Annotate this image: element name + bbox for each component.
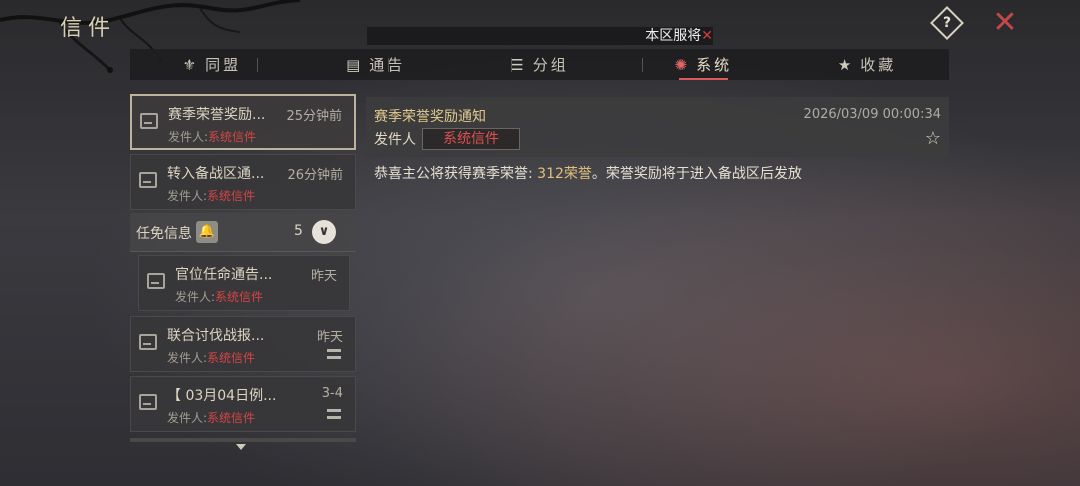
attachment-icon — [327, 409, 341, 419]
envelope-icon — [140, 113, 158, 129]
tab-divider — [257, 58, 258, 72]
system-icon: ✺ — [674, 55, 691, 74]
mail-item[interactable]: 转入备战区通... 26分钟前 发件人:系统信件 — [130, 154, 356, 210]
envelope-icon — [139, 172, 157, 188]
envelope-icon — [139, 394, 157, 410]
tab-favorites[interactable]: ★ 收藏 — [785, 49, 949, 80]
mail-detail-date: 2026/03/09 00:00:34 — [803, 107, 941, 122]
mail-detail-header: 赛季荣誉奖励通知 2026/03/09 00:00:34 发件人 系统信件 ☆ — [366, 97, 949, 157]
close-button[interactable]: ✕ — [990, 8, 1020, 38]
mail-detail-title: 赛季荣誉奖励通知 — [374, 109, 486, 125]
mail-subject: 转入备战区通... — [167, 166, 265, 182]
mail-sender: 发件人:系统信件 — [168, 130, 257, 144]
mail-subject: 联合讨伐战报... — [167, 328, 265, 344]
tab-label: 系统 — [696, 56, 733, 74]
help-icon: ? — [942, 15, 952, 31]
notice-text: 本区服将 — [645, 28, 702, 44]
mail-sender: 发件人:系统信件 — [167, 351, 256, 365]
tab-system[interactable]: ✺ 系统 — [621, 49, 785, 80]
mail-sender: 发件人:系统信件 — [175, 290, 264, 304]
group-label: 任免信息 — [136, 226, 192, 242]
mail-detail-sender-label: 发件人 — [374, 132, 416, 148]
tab-label: 同盟 — [205, 56, 242, 74]
tab-announcement[interactable]: ▤ 通告 — [294, 49, 458, 80]
star-icon: ★ — [837, 55, 855, 74]
chevron-down-icon[interactable]: ∨ — [312, 220, 336, 244]
bell-icon[interactable]: 🔔 — [196, 221, 218, 243]
mail-item[interactable]: 联合讨伐战报... 昨天 发件人:系统信件 — [130, 316, 356, 372]
notice-close-icon[interactable]: ✕ — [701, 28, 713, 44]
mail-sender: 发件人:系统信件 — [167, 411, 256, 425]
tab-label: 收藏 — [860, 56, 897, 74]
envelope-icon — [139, 334, 157, 350]
group-header-appointments[interactable]: 任免信息 🔔 5 ∨ — [130, 213, 356, 252]
tab-bar: ⚜ 同盟 ▤ 通告 ☰ 分组 ✺ 系统 ★ 收藏 — [130, 49, 949, 80]
mail-time: 昨天 — [316, 330, 343, 345]
announcement-icon: ▤ — [346, 55, 364, 74]
mail-detail-body: 恭喜主公将获得赛季荣誉: 312荣誉。荣誉奖励将于进入备战区后发放 — [374, 166, 802, 182]
mail-list: 赛季荣誉奖励... 25分钟前 发件人:系统信件 转入备战区通... 26分钟前… — [130, 94, 356, 450]
tab-divider — [642, 58, 643, 72]
envelope-icon — [147, 273, 165, 289]
tab-divider — [388, 58, 389, 72]
help-button[interactable]: ? — [930, 6, 964, 40]
mail-time: 25分钟前 — [286, 109, 342, 124]
mail-subject: 【 03月04日例... — [167, 388, 277, 404]
mail-subject: 赛季荣誉奖励... — [168, 107, 266, 123]
group-count: 5 — [294, 223, 303, 239]
mail-item[interactable]: 【 03月04日例... 3-4 发件人:系统信件 — [130, 376, 356, 432]
attachment-icon — [327, 349, 341, 359]
favorite-star-icon[interactable]: ☆ — [925, 128, 941, 149]
mail-sender: 发件人:系统信件 — [167, 189, 256, 203]
mail-subject: 官位任命通告... — [175, 267, 273, 283]
mail-item[interactable]: 赛季荣誉奖励... 25分钟前 发件人:系统信件 — [130, 94, 356, 150]
list-scrollbar[interactable] — [130, 438, 356, 442]
scroll-down-arrow-icon[interactable] — [236, 444, 246, 450]
tab-alliance[interactable]: ⚜ 同盟 — [130, 49, 294, 80]
group-icon: ☰ — [510, 55, 527, 74]
mail-item[interactable]: 官位任命通告... 昨天 发件人:系统信件 — [138, 255, 350, 311]
tab-label: 分组 — [532, 56, 569, 74]
mail-time: 昨天 — [310, 269, 337, 284]
tab-divider — [511, 58, 512, 72]
alliance-icon: ⚜ — [182, 55, 200, 74]
honor-amount: 312荣誉 — [537, 166, 592, 182]
server-notice-bar: 本区服将✕ — [367, 27, 713, 45]
mail-time: 3-4 — [321, 386, 343, 401]
mail-time: 26分钟前 — [287, 168, 343, 183]
mail-detail-sender: 系统信件 — [422, 128, 520, 150]
page-title: 信件 — [60, 16, 117, 41]
tab-group[interactable]: ☰ 分组 — [458, 49, 622, 80]
